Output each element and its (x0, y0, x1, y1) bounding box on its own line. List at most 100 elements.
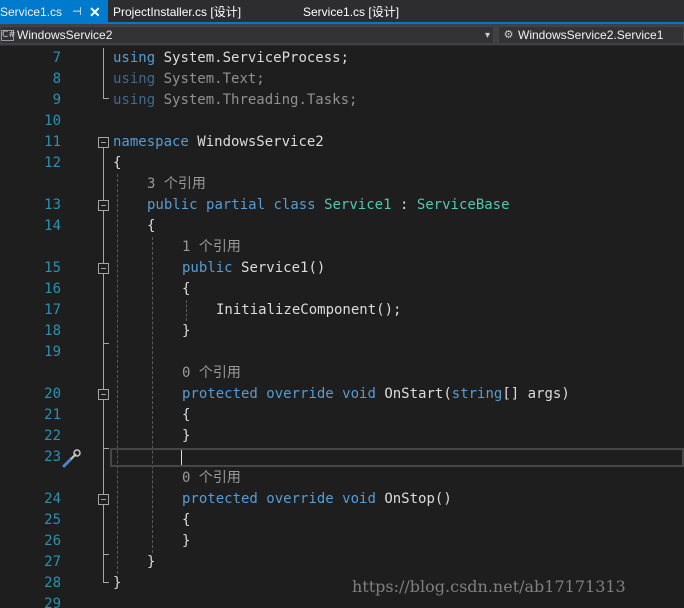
chevron-down-icon[interactable]: ▾ (485, 27, 490, 45)
method-name: OnStop() (384, 491, 452, 507)
keyword: public (182, 260, 233, 276)
document-tab-bar: Service1.cs ⊣ ✕ ProjectInstaller.cs [设计]… (0, 0, 684, 24)
outline-line-end (103, 343, 109, 344)
keyword: namespace (113, 134, 189, 150)
screwdriver-quick-action-icon[interactable] (62, 448, 82, 468)
constructor-name: Service1() (241, 260, 326, 276)
line-number: 12 (44, 155, 61, 171)
keyword: protected (182, 386, 258, 402)
text-caret (181, 450, 182, 465)
line-number: 11 (44, 134, 61, 150)
code-line-25: { (182, 512, 191, 528)
namespace-ref: System.Text; (163, 71, 265, 87)
indent-guide (117, 174, 118, 574)
collapse-constructor-icon[interactable] (98, 263, 109, 274)
parameter: [] args) (502, 386, 570, 402)
indent-guide (152, 237, 153, 553)
line-number: 9 (52, 92, 61, 108)
keyword: using (113, 92, 156, 108)
code-line-7: using System.ServiceProcess; (113, 48, 349, 69)
tab-label: Service1.cs (0, 5, 63, 19)
line-number: 14 (44, 218, 61, 234)
outline-line (103, 48, 104, 98)
outline-line-end (103, 554, 109, 555)
keyword: using (113, 50, 156, 66)
close-icon[interactable]: ✕ (89, 0, 101, 24)
reference-count-link[interactable]: 0 个引用 (182, 468, 241, 489)
code-line-11: namespace WindowsService2 (113, 132, 324, 153)
keyword: void (342, 386, 376, 402)
code-line-12: { (113, 155, 122, 171)
keyword: protected (182, 491, 258, 507)
outline-line-end (103, 448, 109, 449)
outline-line-end (103, 582, 109, 583)
code-line-13: public partial class Service1 : ServiceB… (147, 195, 510, 216)
keyword: using (113, 71, 156, 87)
namespace-ref: System.ServiceProcess; (163, 50, 350, 66)
code-line-28: } (113, 575, 122, 591)
code-line-21: { (182, 407, 191, 423)
base-class-name: ServiceBase (416, 197, 510, 213)
code-line-20: protected override void OnStart(string[]… (182, 384, 570, 405)
code-line-26: } (182, 533, 191, 549)
watermark: https://blog.csdn.net/ab17171313 (352, 577, 626, 596)
csharp-project-icon: C# (1, 30, 16, 41)
namespace-ref: System.Threading.Tasks; (163, 92, 358, 108)
code-editor[interactable]: 7 8 9 10 11 12 13 14 15 16 17 18 19 20 2… (0, 46, 684, 608)
project-dropdown-value: WindowsService2 (17, 28, 113, 42)
indent-guide (186, 300, 187, 321)
line-number: 20 (44, 386, 61, 402)
reference-count-link[interactable]: 3 个引用 (147, 174, 206, 195)
current-line-highlight (110, 448, 684, 467)
tab-service1-design[interactable]: Service1.cs [设计] (303, 0, 399, 24)
line-number: 19 (44, 344, 61, 360)
outline-line (103, 148, 104, 582)
code-line-14: { (147, 218, 156, 234)
collapse-class-icon[interactable] (98, 200, 109, 211)
keyword: void (342, 491, 376, 507)
keyword: override (266, 491, 334, 507)
collapse-onstop-icon[interactable] (98, 494, 109, 505)
line-number: 26 (44, 533, 61, 549)
class-icon: ⚙ (503, 28, 514, 41)
line-number: 15 (44, 260, 61, 276)
tab-projectinstaller-design[interactable]: ProjectInstaller.cs [设计] (113, 0, 241, 24)
code-line-15: public Service1() (182, 258, 325, 279)
line-number: 18 (44, 323, 61, 339)
reference-count-link[interactable]: 0 个引用 (182, 363, 241, 384)
line-number: 24 (44, 491, 61, 507)
keyword: string (451, 386, 503, 402)
code-line-27: } (147, 554, 156, 570)
code-line-22: } (182, 428, 191, 444)
type-dropdown-value: WindowsService2.Service1 (518, 28, 664, 42)
code-line-17: InitializeComponent(); (216, 302, 402, 318)
code-line-8: using System.Text; (113, 69, 265, 90)
code-line-16: { (182, 281, 191, 297)
keyword: partial (206, 197, 266, 213)
code-line-9: using System.Threading.Tasks; (113, 90, 357, 111)
pin-icon[interactable]: ⊣ (72, 0, 82, 24)
line-number: 16 (44, 281, 61, 297)
outline-line-end (103, 98, 109, 99)
collapse-onstart-icon[interactable] (98, 389, 109, 400)
line-number: 22 (44, 428, 61, 444)
navigation-bar: C# WindowsService2 ▾ ⚙ WindowsService2.S… (0, 24, 684, 46)
line-number: 17 (44, 302, 61, 318)
project-dropdown[interactable]: C# WindowsService2 ▾ (0, 26, 494, 44)
reference-count-link[interactable]: 1 个引用 (182, 237, 241, 258)
line-number: 8 (52, 71, 61, 87)
method-name: OnStart( (384, 386, 452, 402)
line-number: 7 (52, 50, 61, 66)
line-number: 23 (44, 449, 61, 465)
collapse-namespace-icon[interactable] (98, 137, 109, 148)
line-number: 13 (44, 197, 61, 213)
line-number: 29 (44, 596, 61, 608)
line-number: 10 (44, 113, 61, 129)
code-line-18: } (182, 323, 191, 339)
tab-service1-cs[interactable]: Service1.cs ⊣ ✕ (0, 0, 108, 24)
keyword: public (147, 197, 198, 213)
line-number: 21 (44, 407, 61, 423)
punctuation: : (399, 197, 409, 213)
type-dropdown[interactable]: ⚙ WindowsService2.Service1 (498, 26, 684, 44)
code-line-24: protected override void OnStop() (182, 489, 452, 510)
